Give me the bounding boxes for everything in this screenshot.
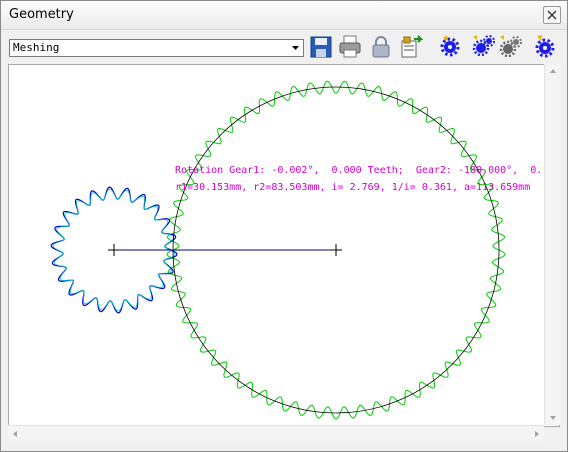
vertical-scrollbar[interactable] (544, 64, 561, 425)
rotation-info-text: Rotation Gear1: -0.002°, 0.000 Teeth; Ge… (175, 165, 543, 176)
save-icon (310, 36, 332, 58)
export-button[interactable] (398, 33, 424, 61)
scroll-left-icon (13, 431, 17, 437)
radius-info-text: r1=30.153mm, r2=83.503mm, i= 2.769, 1/i=… (175, 182, 531, 193)
print-icon (339, 35, 361, 58)
print-button[interactable] (337, 33, 363, 61)
gear-button-4[interactable] (532, 33, 558, 61)
geometry-window: Geometry Meshing Rotation Gear1: -0.002°… (0, 0, 568, 452)
gear-icon (440, 35, 460, 57)
close-button[interactable] (543, 6, 561, 24)
mode-select-value: Meshing (13, 41, 60, 54)
close-icon (547, 10, 557, 20)
export-icon (401, 35, 424, 58)
scroll-up-icon (550, 69, 556, 73)
gear-button-1[interactable] (437, 33, 463, 61)
gear-icon (535, 35, 555, 58)
scroll-down-icon (550, 416, 556, 420)
window-title: Geometry (9, 7, 74, 22)
gear-drawing-canvas[interactable]: Rotation Gear1: -0.002°, 0.000 Teeth; Ge… (8, 64, 560, 427)
chevron-down-icon (292, 46, 299, 50)
gear-meshing-plot (50, 80, 506, 420)
title-bar[interactable]: Geometry (1, 1, 567, 29)
gear-icon (472, 35, 495, 57)
lock-icon (372, 36, 390, 58)
toolbar: Meshing (1, 29, 567, 64)
scroll-arrows (550, 69, 556, 420)
save-button[interactable] (308, 33, 334, 61)
mode-select[interactable]: Meshing (9, 39, 304, 57)
horizontal-scrollbar[interactable] (8, 425, 544, 442)
gear-button-3[interactable] (498, 33, 524, 61)
lock-button[interactable] (368, 33, 394, 61)
scroll-right-icon (535, 431, 539, 437)
gear-button-2[interactable] (471, 33, 497, 61)
gear-icon (499, 35, 522, 58)
scroll-arrows-h (13, 431, 539, 437)
